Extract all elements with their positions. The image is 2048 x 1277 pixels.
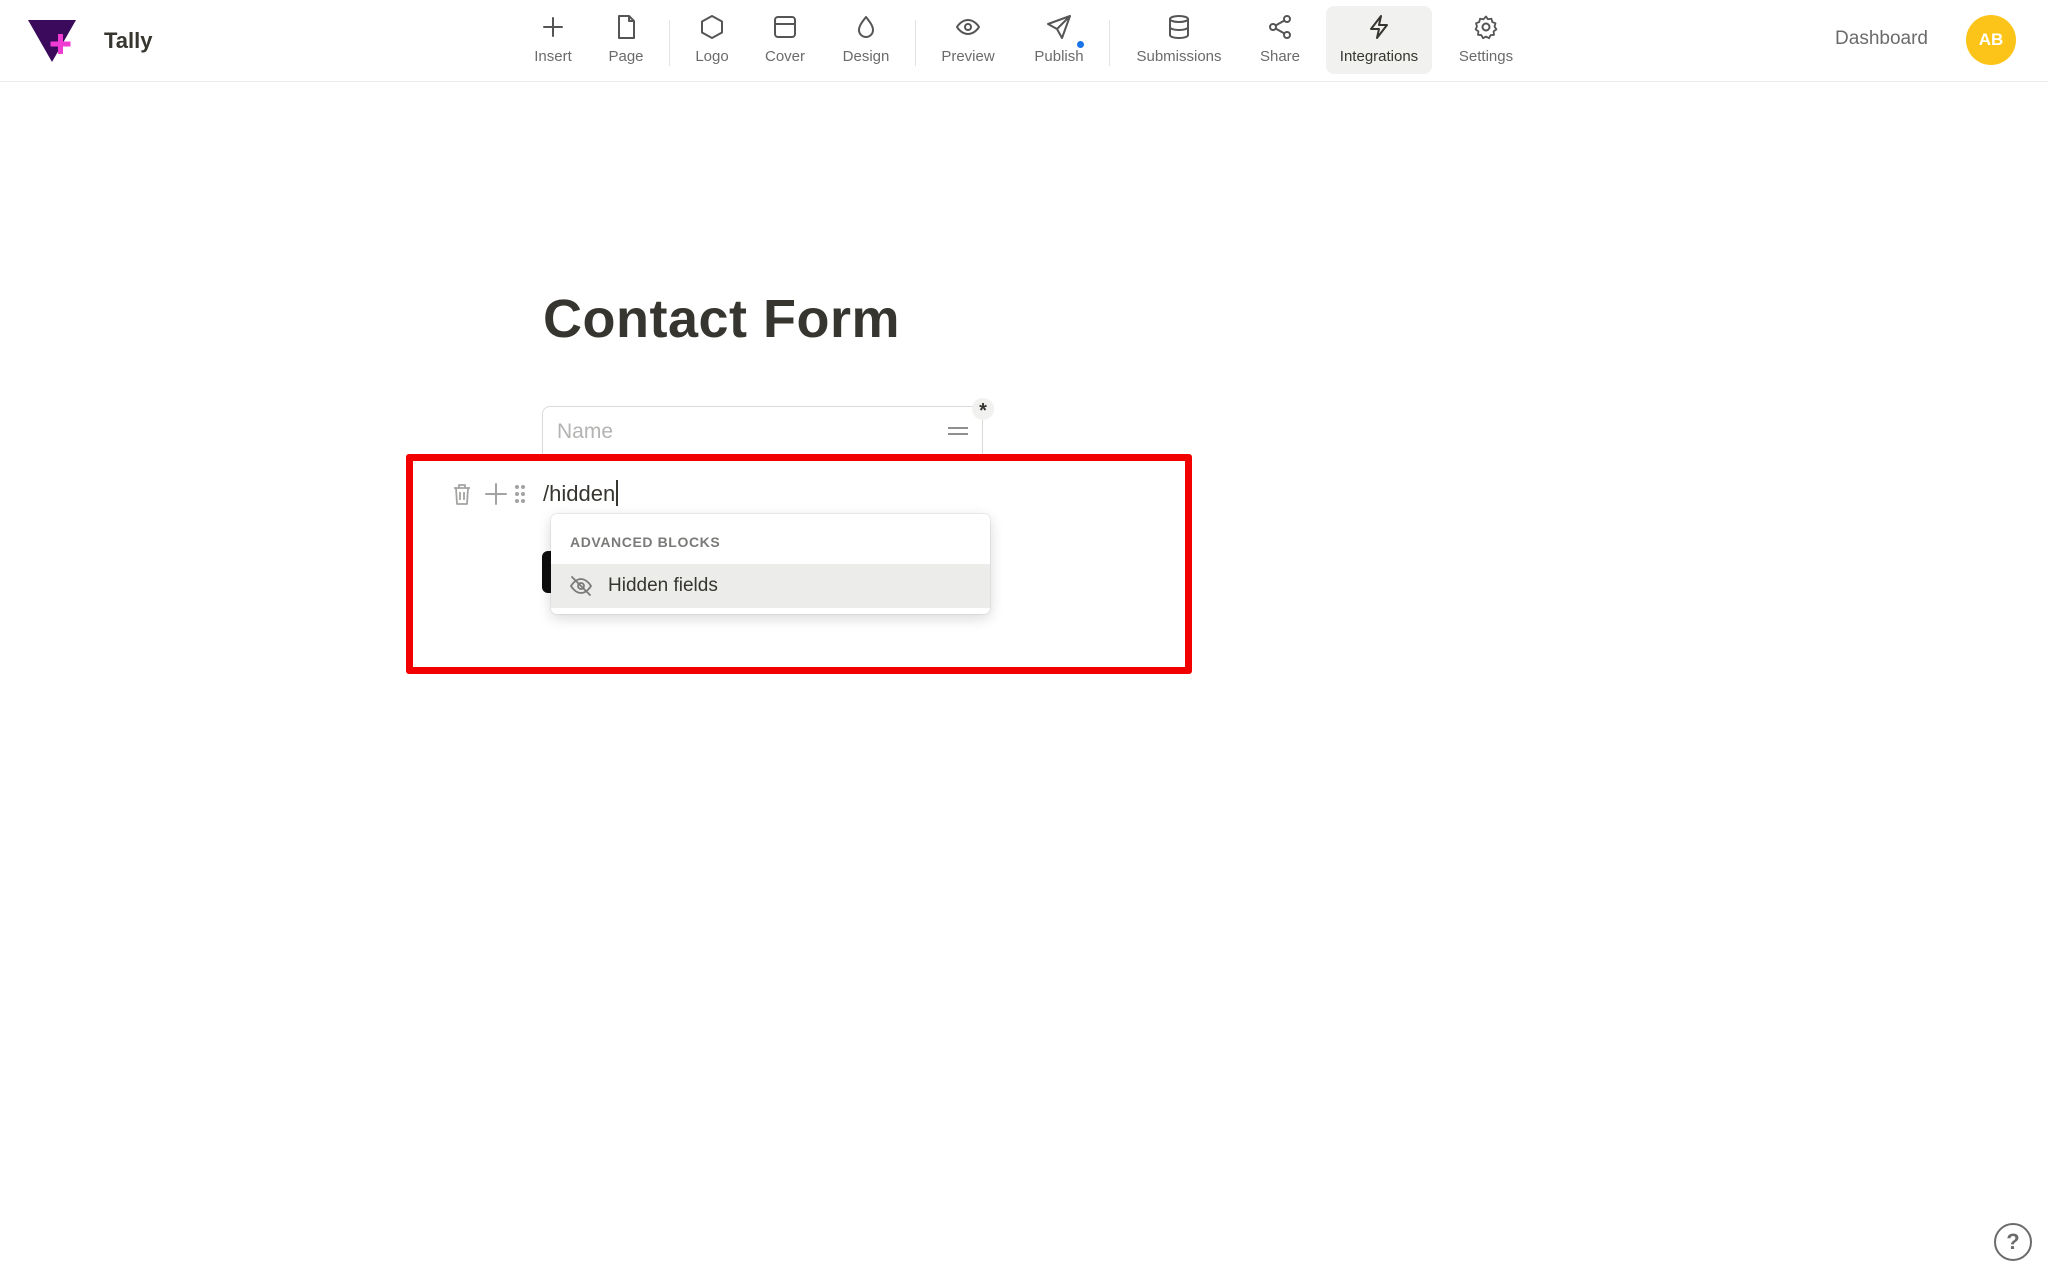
dashboard-link[interactable]: Dashboard (1835, 28, 1928, 50)
toolbar-divider (669, 20, 670, 66)
form-title[interactable]: Contact Form (543, 288, 900, 350)
toolbar-divider (1109, 20, 1110, 66)
name-field-placeholder: Name (557, 420, 614, 443)
toolbar-cover-button[interactable]: Cover (758, 6, 812, 74)
toolbar-logo-label: Logo (695, 48, 729, 65)
lightning-icon (1370, 15, 1388, 39)
toolbar-preview-label: Preview (941, 48, 995, 65)
toolbar-page-button[interactable]: Page (601, 6, 651, 74)
eye-icon (956, 19, 980, 35)
top-bar: Tally Insert Page Logo Cover Design Prev… (0, 0, 2048, 82)
toolbar-logo-button[interactable]: Logo (686, 6, 738, 74)
share-icon (1269, 15, 1291, 39)
toolbar-submissions-button[interactable]: Submissions (1126, 6, 1232, 74)
toolbar-insert-label: Insert (534, 48, 572, 65)
toolbar-publish-label: Publish (1034, 48, 1084, 65)
publish-notification-dot (1075, 39, 1086, 50)
toolbar-design-button[interactable]: Design (834, 6, 898, 74)
name-field[interactable]: Name (542, 406, 983, 454)
toolbar-page-label: Page (608, 48, 644, 65)
toolbar-insert-button[interactable]: Insert (527, 6, 579, 74)
toolbar-preview-button[interactable]: Preview (932, 6, 1004, 74)
hexagon-icon (701, 15, 723, 39)
toolbar-submissions-label: Submissions (1136, 48, 1222, 65)
toolbar-publish-button[interactable]: Publish (1024, 6, 1094, 74)
toolbar-divider (915, 20, 916, 66)
required-marker[interactable]: * (972, 398, 994, 422)
avatar[interactable]: AB (1966, 15, 2016, 65)
plus-icon (543, 17, 563, 37)
cover-icon (774, 16, 796, 38)
toolbar-share-button[interactable]: Share (1252, 6, 1308, 74)
toolbar-settings-button[interactable]: Settings (1452, 6, 1520, 74)
editor-toolbar: Insert Page Logo Cover Design Preview Pu… (0, 6, 2048, 76)
toolbar-settings-label: Settings (1458, 48, 1514, 65)
drag-handle-icon[interactable] (948, 427, 968, 435)
toolbar-integrations-button[interactable]: Integrations (1326, 6, 1432, 74)
toolbar-design-label: Design (842, 48, 890, 65)
toolbar-share-label: Share (1259, 48, 1301, 65)
droplet-icon (858, 16, 874, 38)
database-icon (1169, 15, 1189, 40)
toolbar-cover-label: Cover (764, 48, 805, 65)
highlight-annotation (406, 454, 1192, 674)
page-icon (618, 15, 635, 39)
toolbar-integrations-label: Integrations (1339, 48, 1419, 65)
send-icon (1047, 15, 1071, 39)
help-button[interactable]: ? (1994, 1223, 2032, 1261)
gear-icon (1474, 15, 1498, 40)
